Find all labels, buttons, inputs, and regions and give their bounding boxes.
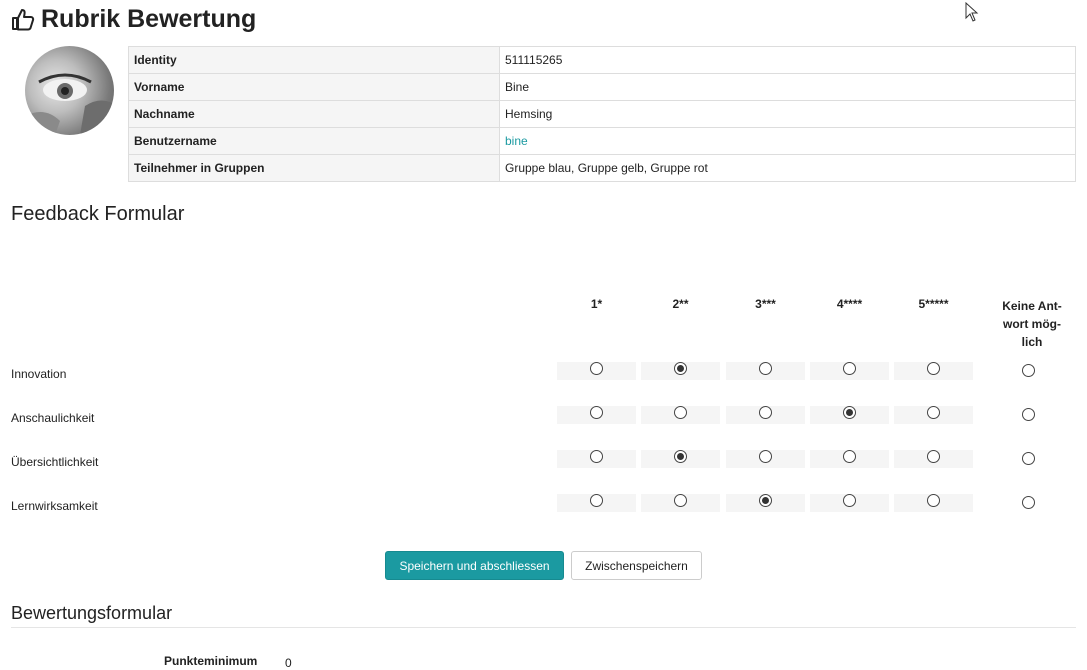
rating-radio[interactable] (674, 494, 687, 507)
firstname-label: Vorname (128, 73, 500, 101)
divider (11, 627, 1076, 628)
save-draft-button[interactable]: Zwischenspeichern (571, 551, 702, 580)
rating-radio[interactable] (759, 450, 772, 463)
page-title: Rubrik Bewertung (11, 5, 256, 34)
column-header: 4**** (836, 297, 863, 311)
feedback-form-title: Feedback Formular (11, 203, 185, 225)
thumbs-up-icon (11, 8, 35, 32)
rating-radio[interactable] (590, 362, 603, 375)
rubric-row-label: Übersichtlichkeit (11, 455, 99, 469)
column-header: 1* (590, 297, 603, 311)
lastname-value: Hemsing (499, 100, 1076, 128)
firstname-value: Bine (499, 73, 1076, 101)
rating-radio[interactable] (674, 362, 687, 375)
table-row: Identity 511115265 (128, 46, 1076, 74)
rating-radio[interactable] (590, 406, 603, 419)
rating-radio[interactable] (843, 406, 856, 419)
column-header-line: lich (1021, 335, 1043, 349)
rating-radio[interactable] (843, 494, 856, 507)
mouse-cursor-icon (965, 2, 979, 22)
identity-label: Identity (128, 46, 500, 74)
identity-value: 511115265 (499, 46, 1076, 74)
assessment-form-title: Bewertungsformular (11, 603, 173, 623)
column-header-line: Keine Ant- (1002, 299, 1062, 313)
username-link[interactable]: bine (505, 134, 528, 148)
column-header: 2** (672, 297, 689, 311)
score-minimum-value: 0 (285, 656, 292, 670)
column-header-no-answer: Keine Ant-wort mög-lich (992, 297, 1072, 351)
rating-radio[interactable] (590, 450, 603, 463)
rating-radio[interactable] (674, 406, 687, 419)
rating-radio[interactable] (759, 362, 772, 375)
no-answer-radio[interactable] (1022, 364, 1035, 377)
no-answer-radio[interactable] (1022, 452, 1035, 465)
rating-radio[interactable] (843, 362, 856, 375)
rubric-row-label: Lernwirksamkeit (11, 499, 98, 513)
rating-radio[interactable] (674, 450, 687, 463)
rating-radio[interactable] (759, 494, 772, 507)
groups-value: Gruppe blau, Gruppe gelb, Gruppe rot (499, 154, 1076, 182)
table-row: Nachname Hemsing (128, 100, 1076, 128)
table-row: Teilnehmer in Gruppen Gruppe blau, Grupp… (128, 154, 1076, 182)
table-row: Benutzername bine (128, 127, 1076, 155)
rating-radio[interactable] (927, 494, 940, 507)
column-header: 3*** (755, 297, 776, 311)
rating-radio[interactable] (927, 362, 940, 375)
page-title-text: Rubrik Bewertung (41, 5, 257, 33)
rating-radio[interactable] (759, 406, 772, 419)
avatar (25, 46, 114, 135)
no-answer-radio[interactable] (1022, 496, 1035, 509)
save-and-close-button[interactable]: Speichern und abschliessen (385, 551, 564, 580)
rating-radio[interactable] (927, 450, 940, 463)
lastname-label: Nachname (128, 100, 500, 128)
rating-radio[interactable] (590, 494, 603, 507)
rubric-row-label: Innovation (11, 367, 67, 381)
groups-label: Teilnehmer in Gruppen (128, 154, 500, 182)
rating-radio[interactable] (927, 406, 940, 419)
username-cell: bine (499, 127, 1076, 155)
no-answer-radio[interactable] (1022, 408, 1035, 421)
table-row: Vorname Bine (128, 73, 1076, 101)
column-header: 5***** (918, 297, 949, 311)
username-label: Benutzername (128, 127, 500, 155)
user-identity-table: Identity 511115265 Vorname Bine Nachname… (128, 46, 1076, 182)
rating-radio[interactable] (843, 450, 856, 463)
column-header-line: wort mög- (1003, 317, 1061, 331)
rubric-row-label: Anschaulichkeit (11, 411, 95, 425)
